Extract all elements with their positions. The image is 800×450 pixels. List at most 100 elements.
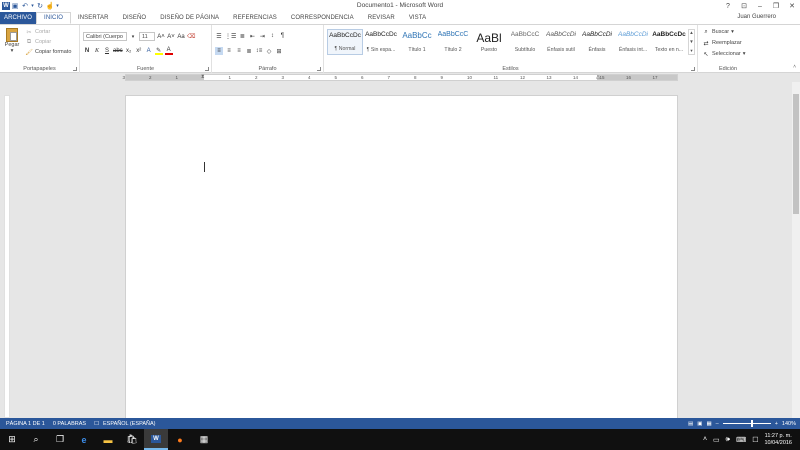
strikethrough-icon[interactable]: abc <box>113 47 123 55</box>
show-marks-icon[interactable]: ¶ <box>278 32 286 40</box>
font-launcher-icon[interactable] <box>205 67 209 71</box>
minimize-button[interactable]: – <box>752 0 768 12</box>
font-color-icon[interactable]: A <box>164 47 173 55</box>
zoom-out-icon[interactable]: – <box>716 421 719 427</box>
language-indicator[interactable]: ESPAÑOL (ESPAÑA) <box>103 421 155 427</box>
tab-diseno[interactable]: DISEÑO <box>116 12 154 24</box>
zoom-slider[interactable] <box>722 420 771 427</box>
tab-insertar[interactable]: INSERTAR <box>71 12 116 24</box>
taskbar-word[interactable]: W <box>144 429 168 450</box>
align-left-icon[interactable]: ≡ <box>215 47 223 55</box>
maximize-button[interactable]: ❐ <box>768 0 784 12</box>
paragraph-launcher-icon[interactable] <box>317 67 321 71</box>
bold-icon[interactable]: N <box>83 47 91 55</box>
superscript-icon[interactable]: x² <box>135 47 143 55</box>
vertical-ruler[interactable] <box>4 95 10 418</box>
sort-icon[interactable]: ↕ <box>268 32 276 40</box>
task-view-button[interactable]: ❐ <box>48 429 72 450</box>
style-puesto[interactable]: AaBl Puesto <box>471 29 507 55</box>
clock[interactable]: 11:27 p. m. 10/04/2016 <box>764 433 792 447</box>
style-texto-negrita[interactable]: AaBbCcDc Texto en n... <box>651 29 687 55</box>
numbering-icon[interactable]: ⋮☰ <box>225 32 236 40</box>
collapse-ribbon-icon[interactable]: ˄ <box>793 64 796 70</box>
line-spacing-icon[interactable]: ↕≡ <box>255 47 263 55</box>
zoom-slider-thumb[interactable] <box>750 420 753 427</box>
right-indent-marker-icon[interactable]: △ <box>596 74 600 80</box>
bullets-icon[interactable]: ☰ <box>215 32 223 40</box>
align-right-icon[interactable]: ≡ <box>235 47 243 55</box>
cut-button[interactable]: ✂ Cortar <box>25 28 50 36</box>
word-count[interactable]: 0 PALABRAS <box>53 421 86 427</box>
search-button[interactable]: ⌕ <box>24 429 48 450</box>
text-effects-icon[interactable]: A <box>145 47 153 55</box>
paste-button[interactable]: Pegar ▾ <box>3 28 21 54</box>
styles-more-icon[interactable]: ▾ <box>690 48 692 54</box>
style-titulo-1[interactable]: AaBbCc Título 1 <box>399 29 435 55</box>
tab-revisar[interactable]: REVISAR <box>361 12 402 24</box>
help-button[interactable]: ? <box>720 0 736 12</box>
zoom-level[interactable]: 140% <box>782 421 796 427</box>
justify-icon[interactable]: ≣ <box>245 47 253 55</box>
multilevel-list-icon[interactable]: ≣ <box>238 32 246 40</box>
taskbar-edge[interactable]: e <box>72 429 96 450</box>
style-normal[interactable]: AaBbCcDc ¶ Normal <box>327 29 363 55</box>
user-name[interactable]: Juan Guerrero <box>737 14 776 20</box>
font-name-combo[interactable]: Calibri (Cuerpo <box>83 32 127 41</box>
scrollbar-thumb[interactable] <box>793 94 799 214</box>
tab-inicio[interactable]: INICIO <box>36 12 71 24</box>
tab-correspondencia[interactable]: CORRESPONDENCIA <box>284 12 361 24</box>
keyboard-icon[interactable]: ⌨ <box>736 436 746 444</box>
highlight-icon[interactable]: ✎ <box>154 47 163 55</box>
select-button[interactable]: ↖ Seleccionar ▾ <box>702 50 745 58</box>
horizontal-ruler[interactable]: 3 2 1 1 2 3 4 5 6 7 8 9 10 11 12 13 14 15 16 17 ⧗ △ <box>0 73 800 82</box>
page-count[interactable]: PÁGINA 1 DE 1 <box>6 421 45 427</box>
taskbar-explorer[interactable]: ▬ <box>96 429 120 450</box>
clear-formatting-icon[interactable]: ⌫ <box>187 33 195 41</box>
clipboard-launcher-icon[interactable] <box>73 67 77 71</box>
indent-marker-icon[interactable]: ⧗ <box>201 74 205 80</box>
ribbon-display-options-icon[interactable]: ⊡ <box>736 0 752 12</box>
close-button[interactable]: ✕ <box>784 0 800 12</box>
increase-indent-icon[interactable]: ⇥ <box>258 32 266 40</box>
font-size-combo[interactable]: 11 <box>139 32 155 41</box>
web-layout-icon[interactable]: ▦ <box>706 421 711 427</box>
font-name-dropdown-icon[interactable]: ▾ <box>129 33 137 41</box>
shading-icon[interactable]: ◇ <box>265 47 273 55</box>
notifications-icon[interactable]: ☐ <box>752 436 758 444</box>
style-subtitulo[interactable]: AaBbCcC Subtítulo <box>507 29 543 55</box>
taskbar-store[interactable]: 🛍 <box>120 429 144 450</box>
copy-button[interactable]: ⧉ Copiar <box>25 38 51 46</box>
volume-icon[interactable]: 🕪 <box>726 436 730 444</box>
tab-vista[interactable]: VISTA <box>402 12 433 24</box>
style-sin-espaciado[interactable]: AaBbCcDc ¶ Sin espa... <box>363 29 399 55</box>
tray-expand-icon[interactable]: ˄ <box>703 436 707 443</box>
shrink-font-icon[interactable]: A˅ <box>167 33 175 41</box>
subscript-icon[interactable]: x₂ <box>125 47 133 55</box>
taskbar-calculator[interactable]: ▦ <box>192 429 216 450</box>
replace-button[interactable]: ⇄ Reemplazar <box>702 39 741 47</box>
italic-icon[interactable]: K <box>93 47 101 55</box>
change-case-icon[interactable]: Aa <box>177 33 185 41</box>
taskbar-firefox[interactable]: ● <box>168 429 192 450</box>
document-page[interactable] <box>125 95 678 425</box>
network-icon[interactable]: ▭ <box>713 436 720 444</box>
style-enfasis[interactable]: AaBbCcDi Énfasis <box>579 29 615 55</box>
proofing-icon[interactable]: ☐ <box>94 421 99 427</box>
read-mode-icon[interactable]: ▤ <box>688 421 693 427</box>
tab-referencias[interactable]: REFERENCIAS <box>226 12 284 24</box>
styles-scroll-up-icon[interactable]: ▲ <box>689 30 693 35</box>
tab-archivo[interactable]: ARCHIVO <box>0 12 37 24</box>
grow-font-icon[interactable]: A˄ <box>157 33 165 41</box>
style-enfasis-intenso[interactable]: AaBbCcDi Énfasis int... <box>615 29 651 55</box>
find-button[interactable]: ⌕ Buscar ▾ <box>702 28 734 36</box>
vertical-scrollbar[interactable] <box>792 82 800 418</box>
print-layout-icon[interactable]: ▣ <box>697 421 702 427</box>
styles-launcher-icon[interactable] <box>691 67 695 71</box>
align-center-icon[interactable]: ≡ <box>225 47 233 55</box>
style-enfasis-sutil[interactable]: AaBbCcDi Énfasis sutil <box>543 29 579 55</box>
start-button[interactable]: ⊞ <box>0 429 24 450</box>
zoom-in-icon[interactable]: + <box>775 421 778 427</box>
format-painter-button[interactable]: 🖌 Copiar formato <box>25 48 71 56</box>
styles-scroll-down-icon[interactable]: ▼ <box>689 39 693 44</box>
borders-icon[interactable]: ⊞ <box>275 47 283 55</box>
